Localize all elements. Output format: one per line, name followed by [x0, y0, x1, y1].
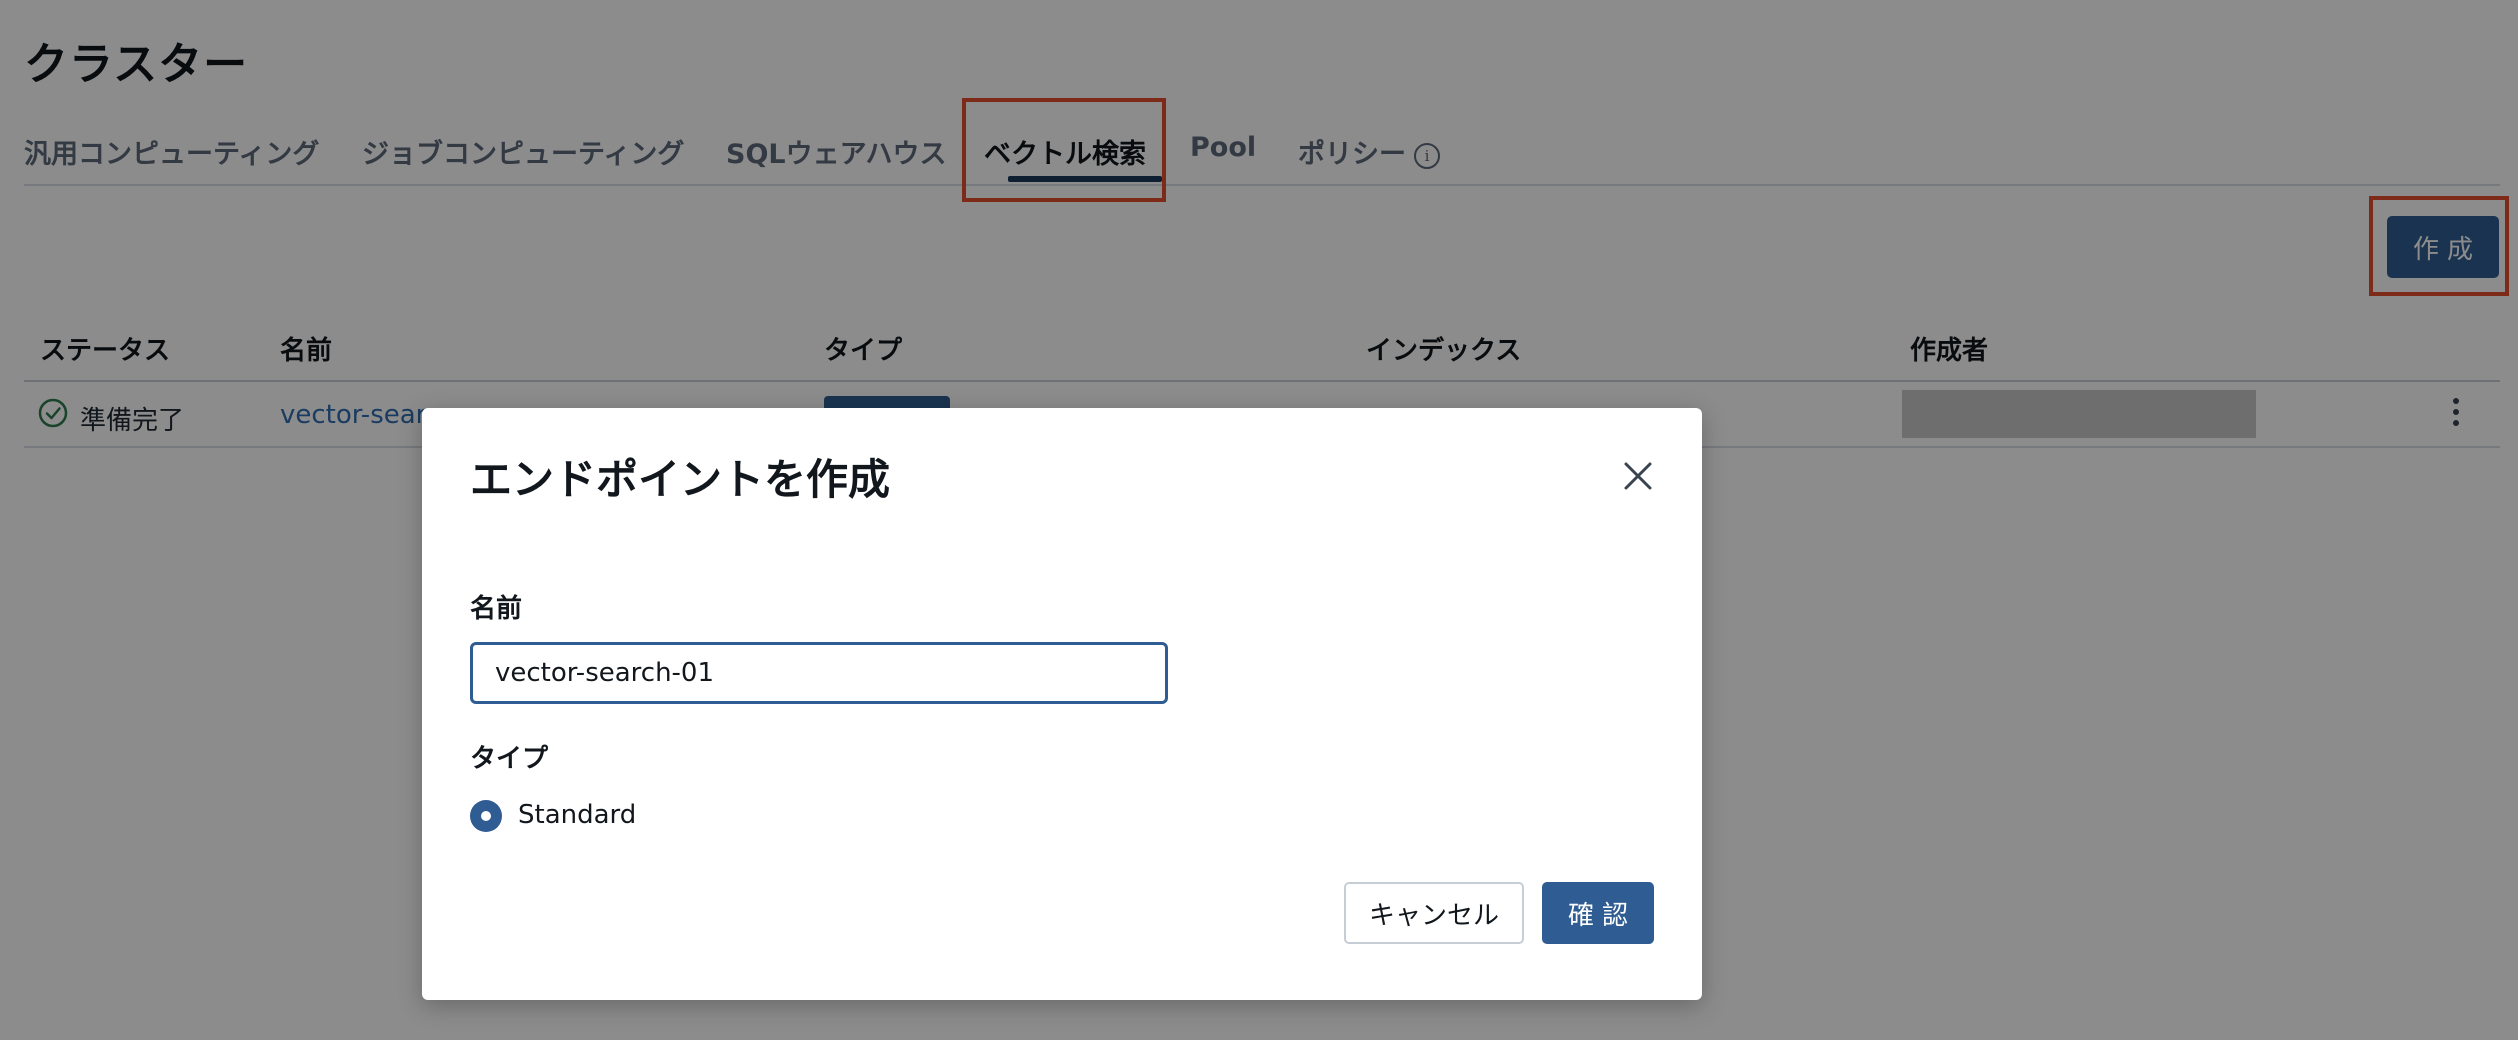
cancel-button[interactable]: キャンセル	[1344, 882, 1524, 944]
create-endpoint-dialog: エンドポイントを作成 名前 タイプ Standard キャンセル 確認	[422, 408, 1702, 1000]
radio-standard-label: Standard	[518, 800, 637, 830]
dialog-title: エンドポイントを作成	[470, 455, 891, 504]
close-icon[interactable]	[1620, 458, 1656, 494]
name-field-label: 名前	[470, 594, 523, 624]
radio-standard[interactable]	[470, 800, 502, 832]
confirm-button[interactable]: 確認	[1542, 882, 1654, 944]
type-field-label: タイプ	[470, 744, 549, 774]
name-input[interactable]	[470, 642, 1168, 704]
